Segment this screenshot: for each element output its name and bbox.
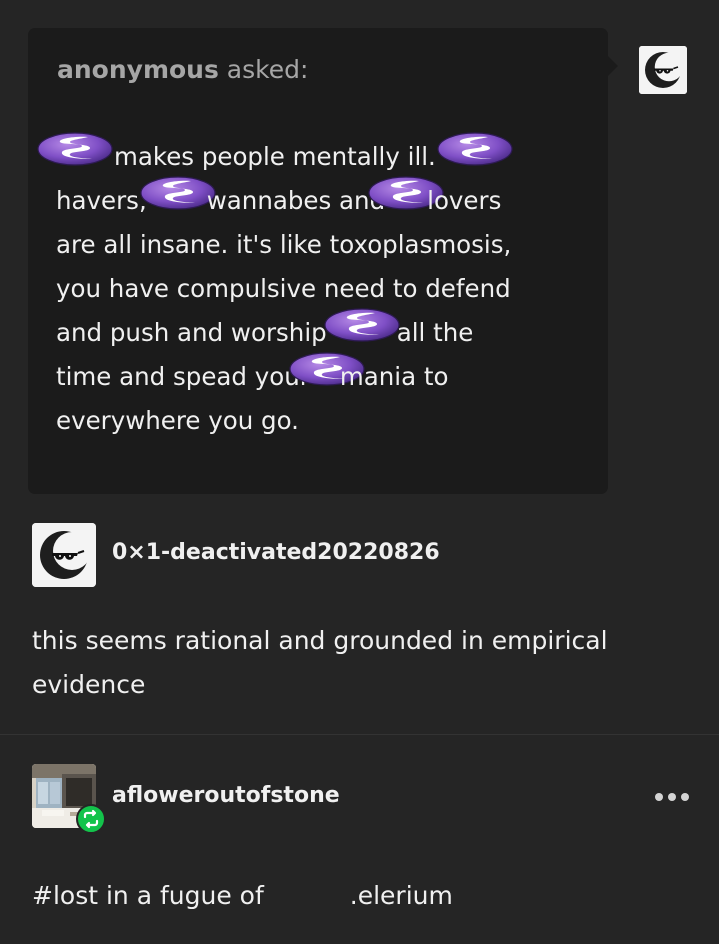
tag-suffix: .elerium [349,881,453,910]
asker-name[interactable]: anonymous [57,55,219,84]
answerer-username[interactable]: 0×1-deactivated20220826 [112,540,440,565]
ask-text: wannabes and [206,186,386,215]
more-options-button[interactable] [651,784,691,810]
ask-text: and push and worship [56,318,327,347]
sunglasses-moon-icon [639,46,687,94]
ask-line: havers, wannabes and lovers [56,179,591,223]
ask-body: makes people mentally ill. havers, wanna… [56,135,591,443]
sunglasses-moon-icon [32,523,96,587]
dot-icon [668,793,676,801]
ask-text: havers, [56,186,147,215]
divider [0,734,719,735]
ask-line: everywhere you go. [56,399,591,443]
dot-icon [681,793,689,801]
ask-line: makes people mentally ill. [56,135,591,179]
ask-line: are all insane. it's like toxoplasmosis, [56,223,591,267]
reblog-badge [76,804,106,834]
answer-text: this seems rational and grounded in empi… [32,626,608,699]
emacs-logo-icon [323,307,401,357]
ask-text: everywhere you go. [56,406,299,435]
tag-prefix: #lost in a fugue of [32,881,264,910]
ask-bubble: anonymous asked: makes people mentally i… [28,28,618,494]
ask-text: are all insane. it's like toxoplasmosis, [56,230,512,259]
ask-header: anonymous asked: [57,55,308,84]
asker-avatar[interactable] [639,46,687,94]
asked-label: asked: [218,55,309,84]
ask-text: mania to [339,362,449,391]
reblog-icon [83,809,99,829]
post: anonymous asked: makes people mentally i… [0,0,719,944]
ask-text: lovers [427,186,502,215]
ask-text: all the [396,318,474,347]
answerer-avatar[interactable] [32,523,96,587]
ask-text: you have compulsive need to defend [56,274,511,303]
tag-text[interactable]: #lost in a fugue of .elerium [32,874,453,918]
ask-text: makes people mentally ill. [114,142,436,171]
emacs-logo-icon [139,175,217,225]
ask-line: you have compulsive need to defend [56,267,591,311]
ask-text: time and spead your [56,362,310,391]
emacs-logo-icon [36,131,114,181]
emacs-logo-icon [436,131,514,181]
ask-line: and push and worship all the [56,311,591,355]
ask-line: time and spead your mania to [56,355,591,399]
dot-icon [655,793,663,801]
reblogger-username[interactable]: afloweroutofstone [112,783,340,808]
